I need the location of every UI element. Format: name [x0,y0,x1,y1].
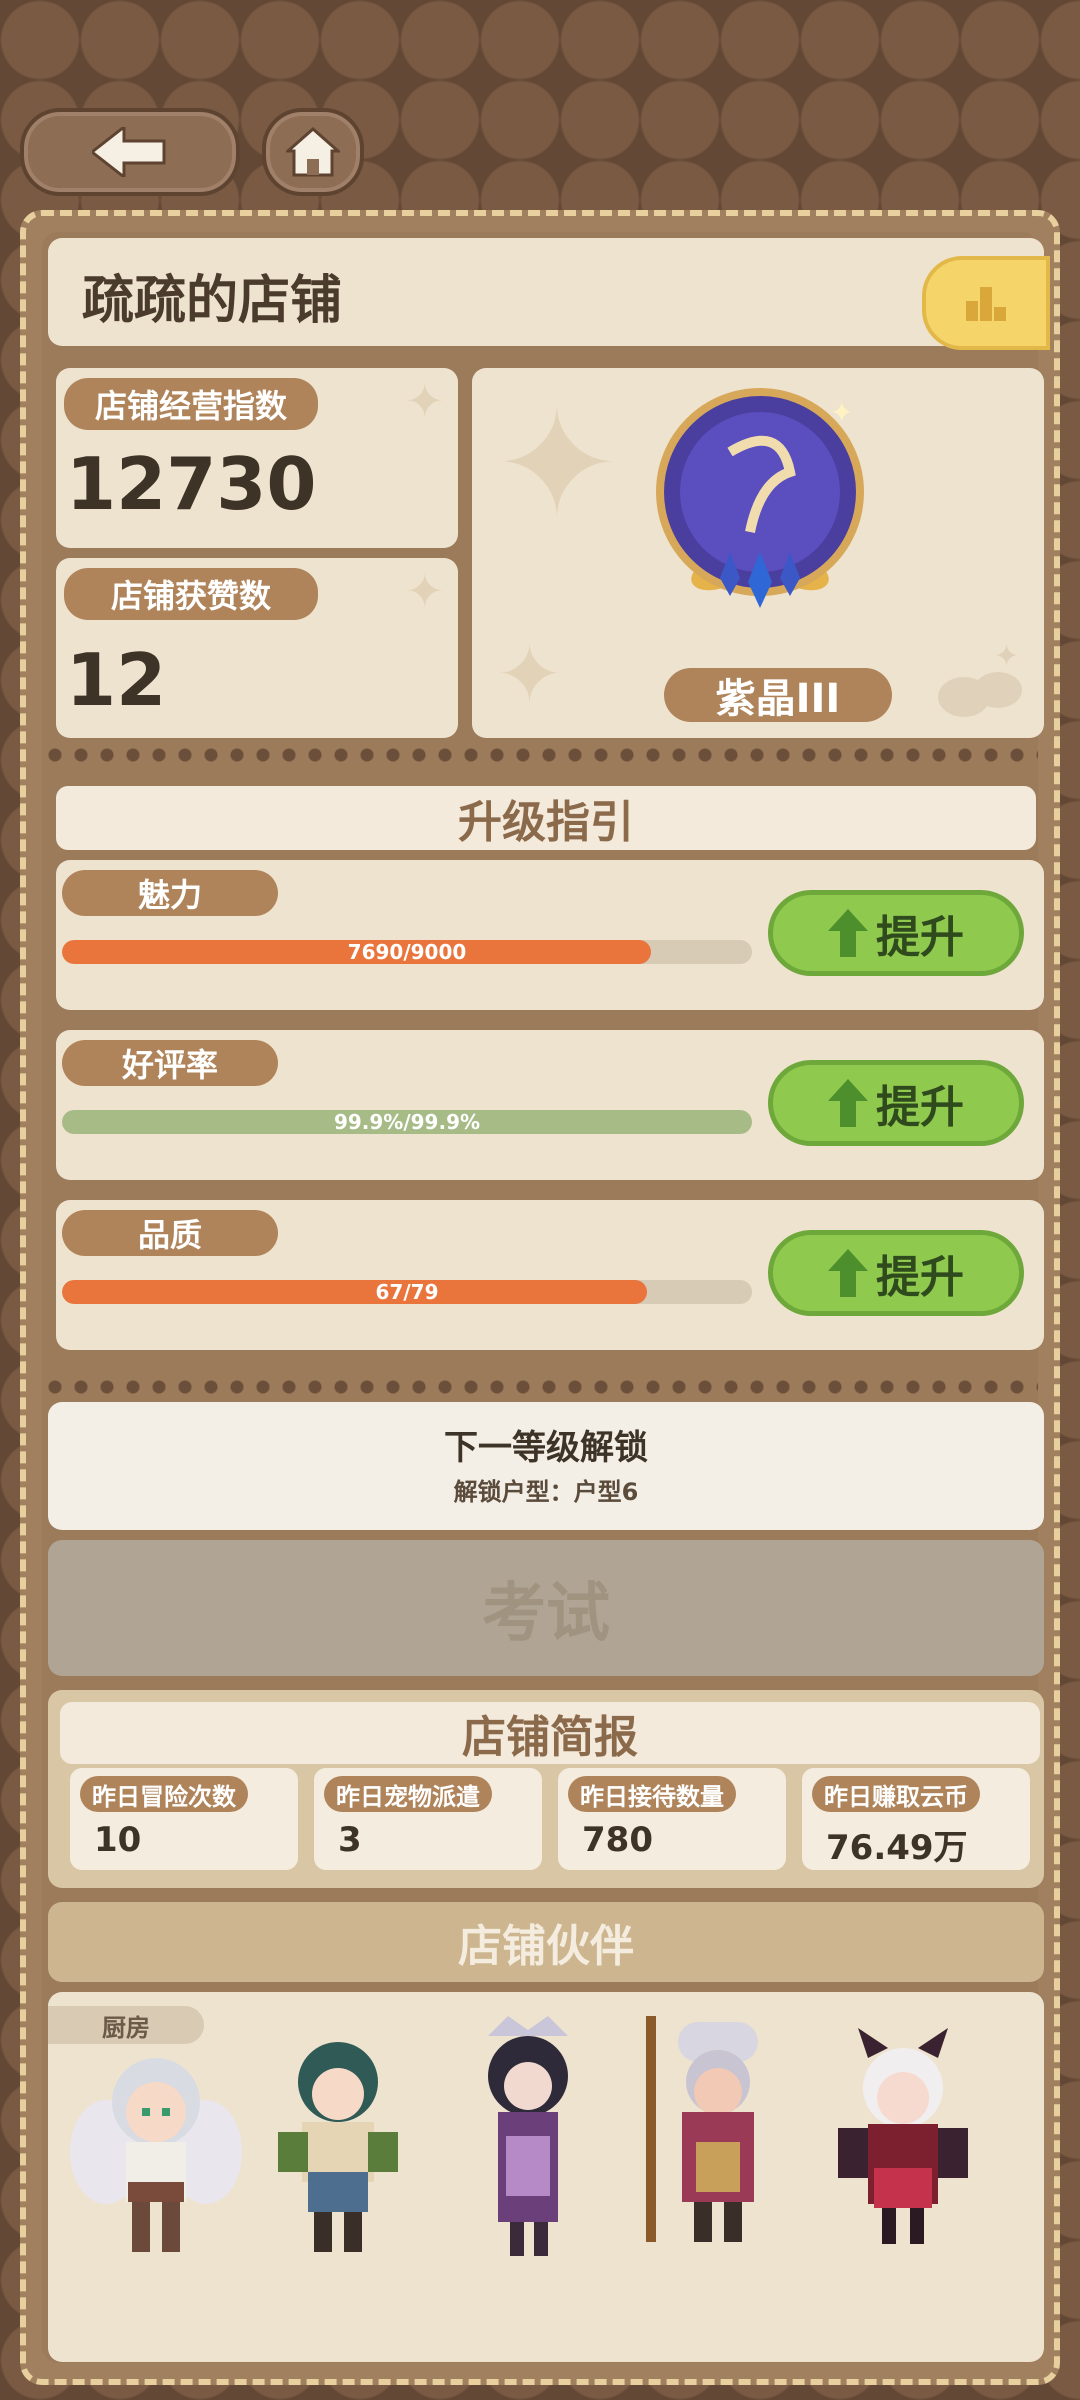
report-coins-label: 昨日赚取云币 [812,1776,980,1812]
partner-elder[interactable] [638,2012,798,2252]
shop-title-bar: 疏疏的店铺 [48,238,1050,350]
likes-label: 店铺获赞数 [64,568,318,620]
guide-row-quality: 品质 67/79 提升 [56,1200,1044,1350]
shop-panel: 疏疏的店铺 店铺经营指数 12730 ✦ 店铺获赞数 12 ✦ ✦ ✦ ✦ 紫晶… [20,210,1060,2385]
guide-label-rating: 好评率 [62,1040,278,1086]
shop-panel-inner: 疏疏的店铺 店铺经营指数 12730 ✦ 店铺获赞数 12 ✦ ✦ ✦ ✦ 紫晶… [42,232,1050,2363]
report-coins-value: 76.49万 [826,1828,968,1868]
coffee-beans-icon: ✦ [938,642,1022,717]
rating-upgrade-button[interactable]: 提升 [768,1060,1024,1146]
back-button[interactable] [20,108,240,196]
sparkle-icon: ✦ [405,564,444,618]
sparkle-icon: ✦ [496,628,564,721]
svg-text:✦: ✦ [994,642,1019,674]
report-pet-dispatch-value: 3 [338,1820,362,1860]
exam-label: 考试 [482,1577,610,1651]
shop-title: 疏疏的店铺 [82,271,343,331]
next-level-title: 下一等级解锁 [444,1428,648,1468]
rank-button[interactable] [922,256,1050,350]
next-level-unlock: 下一等级解锁 解锁户型：户型6 [48,1402,1044,1530]
sparkle-icon: ✦ [405,374,444,428]
partners-title: 店铺伙伴 [458,1921,634,1972]
svg-text:✦: ✦ [830,396,853,429]
report-coins: 昨日赚取云币 76.49万 [802,1768,1030,1870]
rating-progress-bar: 99.9%/99.9% [62,1110,752,1134]
charm-progress-bar: 7690/9000 [62,940,752,964]
report-pet-dispatch: 昨日宠物派遣 3 [314,1768,542,1870]
next-level-detail: 解锁户型：户型6 [453,1478,639,1506]
report-receptions-value: 780 [582,1820,653,1860]
charm-upgrade-label: 提升 [876,912,964,963]
operate-index-value: 12730 [66,442,317,526]
operate-index-label: 店铺经营指数 [64,378,318,430]
partner-sorceress[interactable] [458,2016,598,2266]
likes-card: 店铺获赞数 12 ✦ [56,558,458,738]
guide-label-charm: 魅力 [62,870,278,916]
quality-progress-text: 67/79 [375,1280,439,1304]
shop-report-title: 店铺简报 [60,1702,1040,1764]
partners-area: 厨房 [48,1992,1044,2362]
partner-demon[interactable] [818,2018,988,2258]
report-adventures-value: 10 [94,1820,142,1860]
report-adventures-label: 昨日冒险次数 [80,1776,248,1812]
partner-elf[interactable] [66,2032,246,2272]
report-adventures: 昨日冒险次数 10 [70,1768,298,1870]
charm-upgrade-button[interactable]: 提升 [768,890,1024,976]
dotted-divider [42,748,1038,762]
arrow-up-icon [828,1079,868,1127]
home-icon [286,127,340,177]
arrow-up-icon [828,1249,868,1297]
quality-upgrade-label: 提升 [876,1252,964,1303]
upgrade-guide-title: 升级指引 [56,786,1036,850]
report-receptions: 昨日接待数量 780 [558,1768,786,1870]
operate-index-card: 店铺经营指数 12730 ✦ [56,368,458,548]
sparkle-icon: ✦ [494,378,620,552]
tier-badge-card[interactable]: ✦ ✦ ✦ 紫晶III ✦ [472,368,1044,738]
rating-upgrade-label: 提升 [876,1082,964,1133]
quality-progress-bar: 67/79 [62,1280,752,1304]
quality-upgrade-button[interactable]: 提升 [768,1230,1024,1316]
report-receptions-label: 昨日接待数量 [568,1776,736,1812]
tier-label: 紫晶III [664,668,892,722]
arrow-left-icon [92,127,166,177]
tier-emblem-icon: ✦ [656,388,864,608]
rating-progress-text: 99.9%/99.9% [333,1110,481,1134]
partners-header: 店铺伙伴 [48,1902,1044,1982]
home-button[interactable] [262,108,364,196]
report-pet-dispatch-label: 昨日宠物派遣 [324,1776,492,1812]
likes-value: 12 [66,638,167,722]
guide-label-quality: 品质 [62,1210,278,1256]
guide-row-charm: 魅力 7690/9000 提升 [56,860,1044,1010]
arrow-up-icon [828,909,868,957]
partner-warrior[interactable] [258,2022,418,2262]
exam-button[interactable]: 考试 [48,1540,1044,1676]
podium-icon [966,287,1006,321]
guide-row-rating: 好评率 99.9%/99.9% 提升 [56,1030,1044,1180]
charm-progress-text: 7690/9000 [347,940,467,964]
dotted-divider [42,1380,1038,1394]
